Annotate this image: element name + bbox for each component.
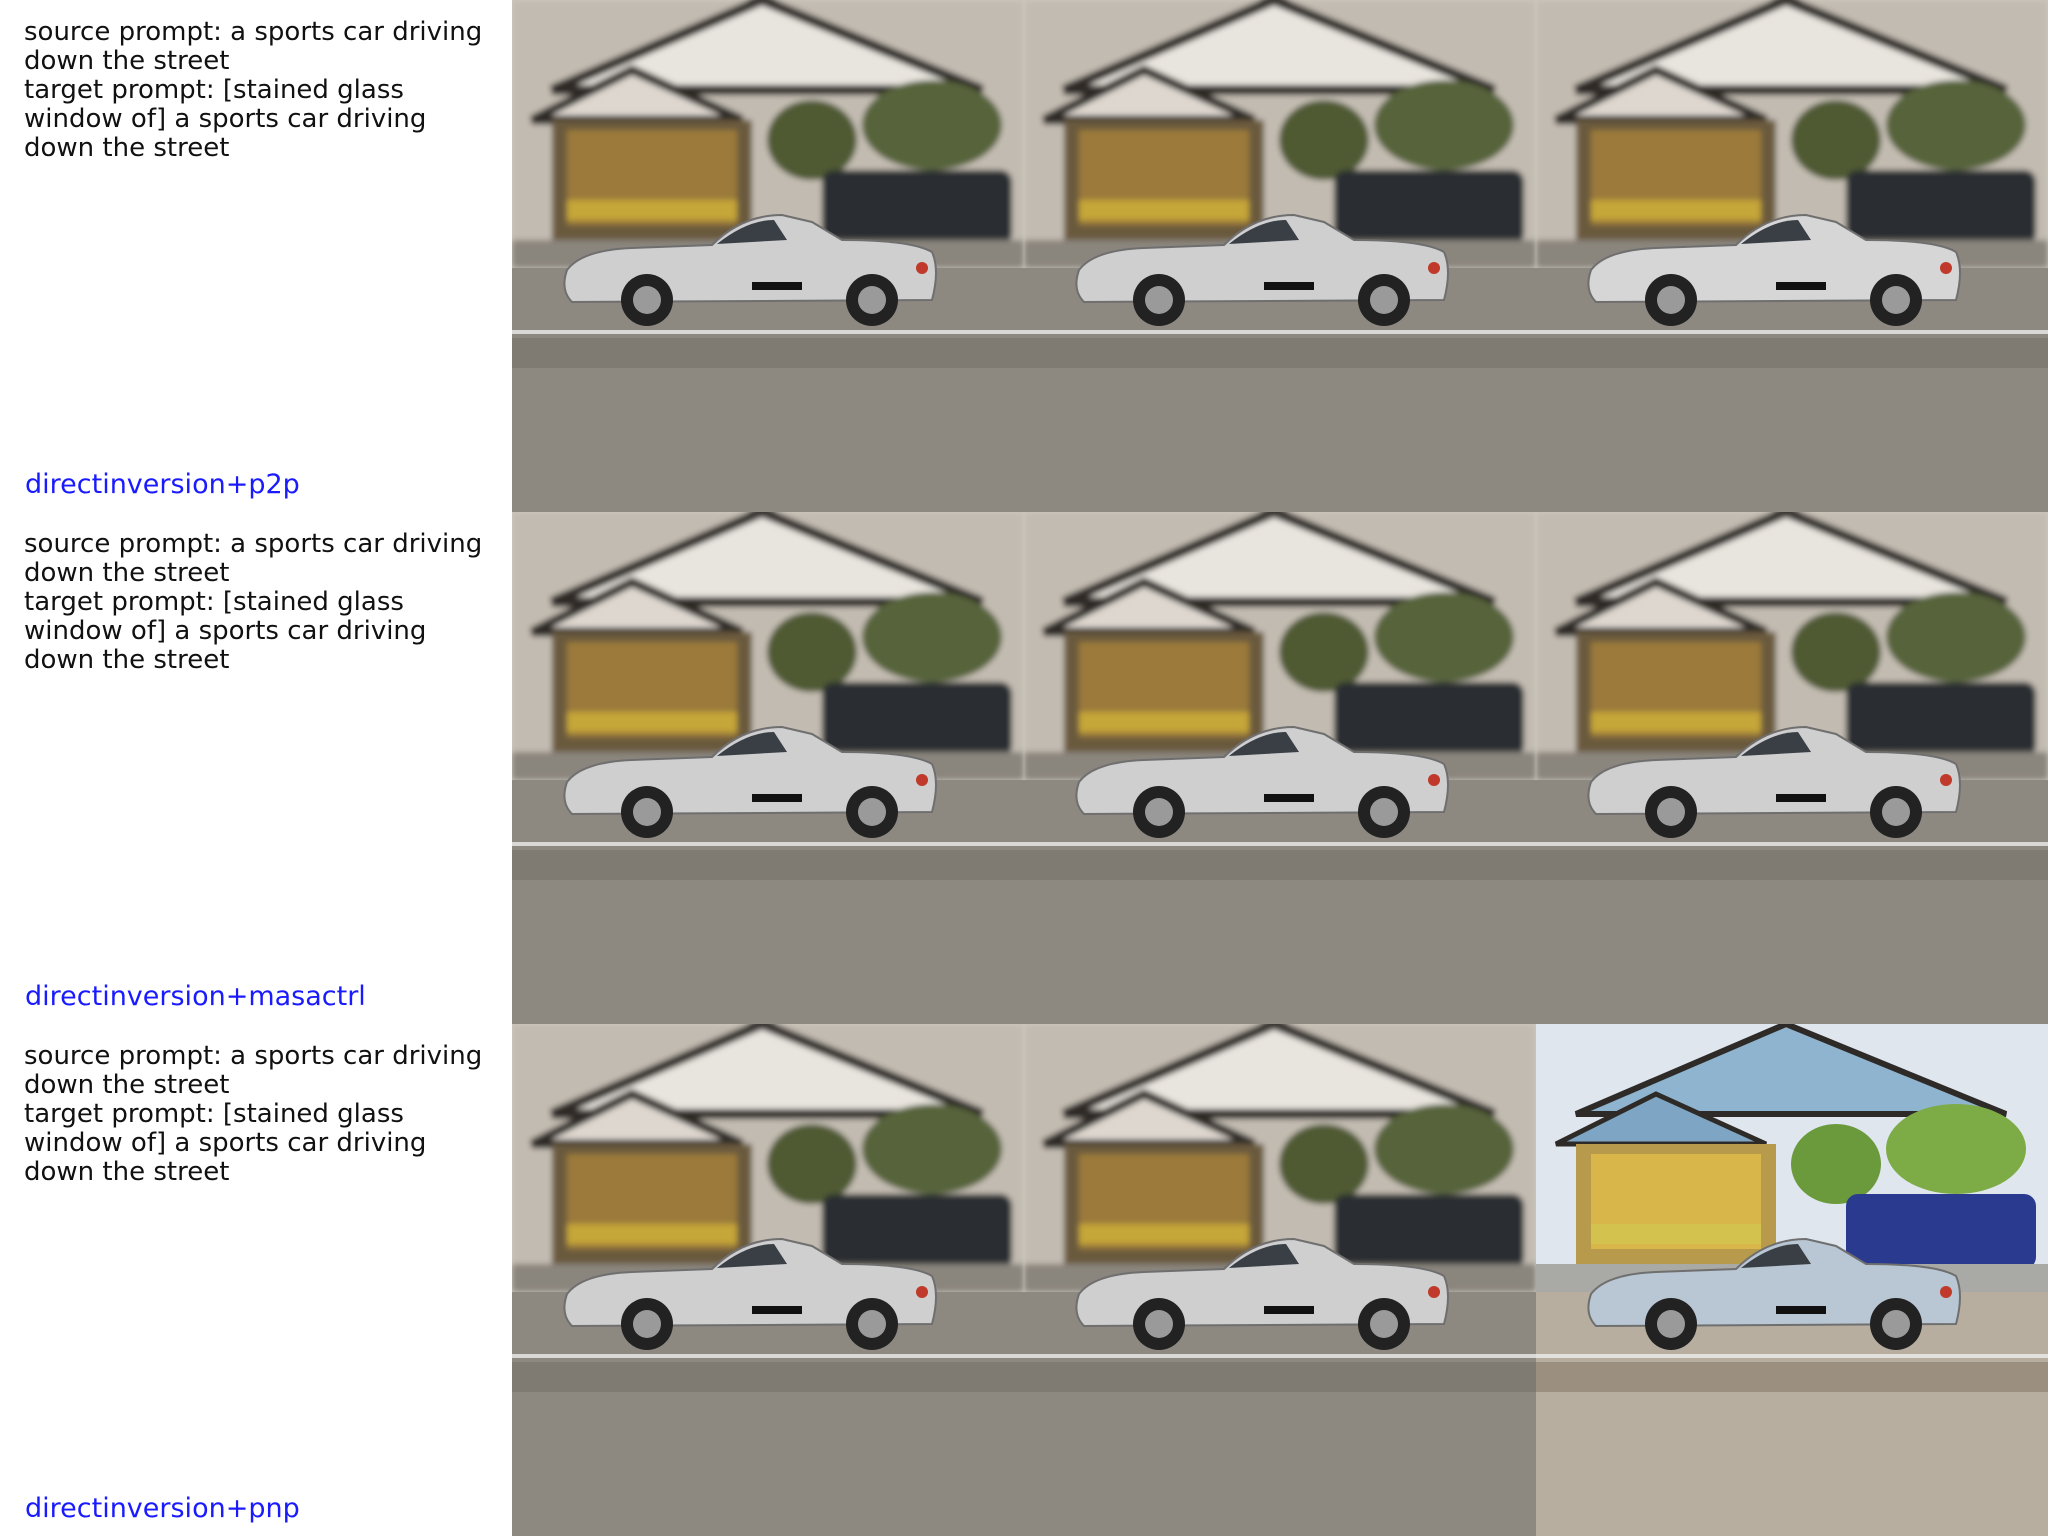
result-image	[512, 0, 1024, 512]
result-image	[512, 512, 1024, 1024]
source-prompt: source prompt: a sports car driving down…	[24, 529, 483, 588]
prompt-block: source prompt: a sports car driving down…	[24, 1042, 504, 1187]
result-image	[1536, 512, 2048, 1024]
row-label-cell: source prompt: a sports car driving down…	[0, 512, 512, 1024]
car-image	[1024, 1024, 1536, 1536]
method-label: directinversion+pnp	[25, 1493, 300, 1524]
car-image	[512, 512, 1024, 1024]
comparison-grid: source prompt: a sports car driving down…	[0, 0, 2048, 1536]
car-image	[1024, 512, 1536, 1024]
row-label-cell: source prompt: a sports car driving down…	[0, 0, 512, 512]
target-prompt: target prompt: [stained glass window of]…	[24, 75, 427, 163]
result-image	[1536, 1024, 2048, 1536]
method-label: directinversion+masactrl	[25, 981, 366, 1012]
source-prompt: source prompt: a sports car driving down…	[24, 17, 483, 76]
source-prompt: source prompt: a sports car driving down…	[24, 1041, 483, 1100]
car-image	[512, 1024, 1024, 1536]
target-prompt: target prompt: [stained glass window of]…	[24, 587, 427, 675]
car-image	[1536, 512, 2048, 1024]
prompt-block: source prompt: a sports car driving down…	[24, 18, 504, 163]
result-image	[512, 1024, 1024, 1536]
prompt-block: source prompt: a sports car driving down…	[24, 530, 504, 675]
result-image	[1024, 0, 1536, 512]
car-image	[1536, 0, 2048, 512]
car-image	[512, 0, 1024, 512]
target-prompt: target prompt: [stained glass window of]…	[24, 1099, 427, 1187]
method-label: directinversion+p2p	[25, 469, 300, 500]
row-label-cell: source prompt: a sports car driving down…	[0, 1024, 512, 1536]
car-image	[1536, 1024, 2048, 1536]
result-image	[1024, 512, 1536, 1024]
car-image	[1024, 0, 1536, 512]
result-image	[1024, 1024, 1536, 1536]
result-image	[1536, 0, 2048, 512]
